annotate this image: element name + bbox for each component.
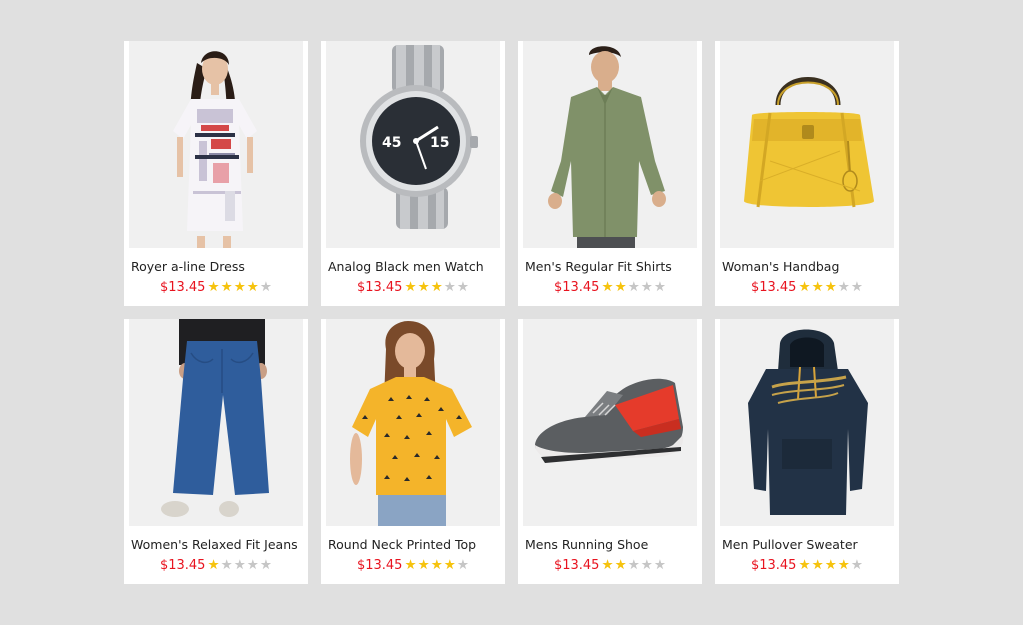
star-filled-icon: ★ bbox=[824, 278, 837, 295]
star-empty-icon: ★ bbox=[456, 556, 470, 573]
product-meta: $13.45 ★ ★ ★ ★ ★ bbox=[518, 558, 702, 573]
product-price: $13.45 bbox=[356, 280, 403, 295]
handbag-image bbox=[744, 77, 874, 208]
star-filled-icon: ★ bbox=[417, 278, 430, 295]
star-rating: ★ ★ ★ ★ ★ bbox=[206, 556, 273, 573]
product-price: $13.45 bbox=[553, 558, 600, 573]
star-filled-icon: ★ bbox=[614, 556, 627, 573]
star-filled-icon: ★ bbox=[811, 556, 824, 573]
star-filled-icon: ★ bbox=[404, 278, 417, 295]
star-rating: ★ ★ ★ ★ ★ bbox=[403, 278, 470, 295]
star-filled-icon: ★ bbox=[601, 278, 614, 295]
product-grid: Royer a-line Dress $13.45 ★ ★ ★ ★ ★ 45 1… bbox=[124, 41, 899, 584]
product-meta: $13.45 ★ ★ ★ ★ ★ bbox=[715, 558, 899, 573]
star-empty-icon: ★ bbox=[233, 556, 246, 573]
star-empty-icon: ★ bbox=[627, 278, 640, 295]
product-title[interactable]: Round Neck Printed Top bbox=[328, 537, 476, 552]
product-price: $13.45 bbox=[356, 558, 403, 573]
star-empty-icon: ★ bbox=[850, 556, 864, 573]
star-filled-icon: ★ bbox=[246, 278, 259, 295]
star-filled-icon: ★ bbox=[798, 278, 811, 295]
product-price: $13.45 bbox=[750, 280, 797, 295]
svg-text:15: 15 bbox=[430, 135, 449, 151]
product-image[interactable] bbox=[129, 41, 303, 248]
star-rating: ★ ★ ★ ★ ★ bbox=[403, 556, 470, 573]
product-meta: $13.45 ★ ★ ★ ★ ★ bbox=[321, 280, 505, 295]
star-empty-icon: ★ bbox=[456, 278, 470, 295]
product-meta: $13.45 ★ ★ ★ ★ ★ bbox=[715, 280, 899, 295]
product-title[interactable]: Analog Black men Watch bbox=[328, 259, 484, 274]
star-filled-icon: ★ bbox=[601, 556, 614, 573]
product-image[interactable] bbox=[523, 319, 697, 526]
product-meta: $13.45 ★ ★ ★ ★ ★ bbox=[321, 558, 505, 573]
shirt-image bbox=[548, 46, 666, 248]
star-empty-icon: ★ bbox=[627, 556, 640, 573]
star-filled-icon: ★ bbox=[207, 556, 220, 573]
star-empty-icon: ★ bbox=[640, 556, 653, 573]
shoe-image bbox=[535, 378, 684, 463]
star-filled-icon: ★ bbox=[837, 556, 850, 573]
star-filled-icon: ★ bbox=[207, 278, 220, 295]
sweater-image bbox=[748, 329, 868, 515]
star-filled-icon: ★ bbox=[220, 278, 233, 295]
product-title[interactable]: Royer a-line Dress bbox=[131, 259, 245, 274]
star-empty-icon: ★ bbox=[259, 278, 273, 295]
star-filled-icon: ★ bbox=[798, 556, 811, 573]
star-filled-icon: ★ bbox=[443, 556, 456, 573]
product-title[interactable]: Men Pullover Sweater bbox=[722, 537, 858, 552]
star-empty-icon: ★ bbox=[850, 278, 864, 295]
product-image[interactable] bbox=[129, 319, 303, 526]
product-card[interactable]: Women's Relaxed Fit Jeans $13.45 ★ ★ ★ ★ ★ bbox=[124, 319, 308, 584]
dress-image bbox=[173, 51, 257, 248]
product-card[interactable]: Round Neck Printed Top $13.45 ★ ★ ★ ★ ★ bbox=[321, 319, 505, 584]
star-empty-icon: ★ bbox=[259, 556, 273, 573]
product-card[interactable]: 45 15 Analog Black men Watch $13.45 ★ ★ ★ ★… bbox=[321, 41, 505, 306]
star-empty-icon: ★ bbox=[653, 556, 667, 573]
star-rating: ★ ★ ★ ★ ★ bbox=[600, 556, 667, 573]
star-empty-icon: ★ bbox=[640, 278, 653, 295]
star-filled-icon: ★ bbox=[614, 278, 627, 295]
product-card[interactable]: Men Pullover Sweater $13.45 ★ ★ ★ ★ ★ bbox=[715, 319, 899, 584]
product-image[interactable] bbox=[326, 319, 500, 526]
product-meta: $13.45 ★ ★ ★ ★ ★ bbox=[124, 280, 308, 295]
star-filled-icon: ★ bbox=[404, 556, 417, 573]
product-meta: $13.45 ★ ★ ★ ★ ★ bbox=[124, 558, 308, 573]
product-card[interactable]: Royer a-line Dress $13.45 ★ ★ ★ ★ ★ bbox=[124, 41, 308, 306]
product-price: $13.45 bbox=[750, 558, 797, 573]
product-title[interactable]: Woman's Handbag bbox=[722, 259, 839, 274]
svg-text:45: 45 bbox=[382, 135, 401, 151]
product-title[interactable]: Mens Running Shoe bbox=[525, 537, 648, 552]
star-empty-icon: ★ bbox=[220, 556, 233, 573]
product-image[interactable] bbox=[720, 41, 894, 248]
product-card[interactable]: Woman's Handbag $13.45 ★ ★ ★ ★ ★ bbox=[715, 41, 899, 306]
product-meta: $13.45 ★ ★ ★ ★ ★ bbox=[518, 280, 702, 295]
product-image[interactable] bbox=[720, 319, 894, 526]
product-image[interactable]: 45 15 bbox=[326, 41, 500, 248]
product-title[interactable]: Women's Relaxed Fit Jeans bbox=[131, 537, 298, 552]
product-title[interactable]: Men's Regular Fit Shirts bbox=[525, 259, 672, 274]
star-rating: ★ ★ ★ ★ ★ bbox=[797, 278, 864, 295]
star-empty-icon: ★ bbox=[443, 278, 456, 295]
product-image[interactable] bbox=[523, 41, 697, 248]
star-empty-icon: ★ bbox=[246, 556, 259, 573]
star-rating: ★ ★ ★ ★ ★ bbox=[797, 556, 864, 573]
star-rating: ★ ★ ★ ★ ★ bbox=[206, 278, 273, 295]
top-image bbox=[350, 321, 472, 526]
product-card[interactable]: Men's Regular Fit Shirts $13.45 ★ ★ ★ ★ ★ bbox=[518, 41, 702, 306]
star-filled-icon: ★ bbox=[430, 556, 443, 573]
star-filled-icon: ★ bbox=[824, 556, 837, 573]
star-filled-icon: ★ bbox=[417, 556, 430, 573]
star-filled-icon: ★ bbox=[233, 278, 246, 295]
star-filled-icon: ★ bbox=[430, 278, 443, 295]
product-card[interactable]: Mens Running Shoe $13.45 ★ ★ ★ ★ ★ bbox=[518, 319, 702, 584]
star-empty-icon: ★ bbox=[653, 278, 667, 295]
watch-image: 45 15 bbox=[360, 45, 478, 229]
product-price: $13.45 bbox=[159, 280, 206, 295]
star-empty-icon: ★ bbox=[837, 278, 850, 295]
jeans-image bbox=[161, 319, 269, 517]
star-filled-icon: ★ bbox=[811, 278, 824, 295]
product-price: $13.45 bbox=[159, 558, 206, 573]
product-price: $13.45 bbox=[553, 280, 600, 295]
star-rating: ★ ★ ★ ★ ★ bbox=[600, 278, 667, 295]
